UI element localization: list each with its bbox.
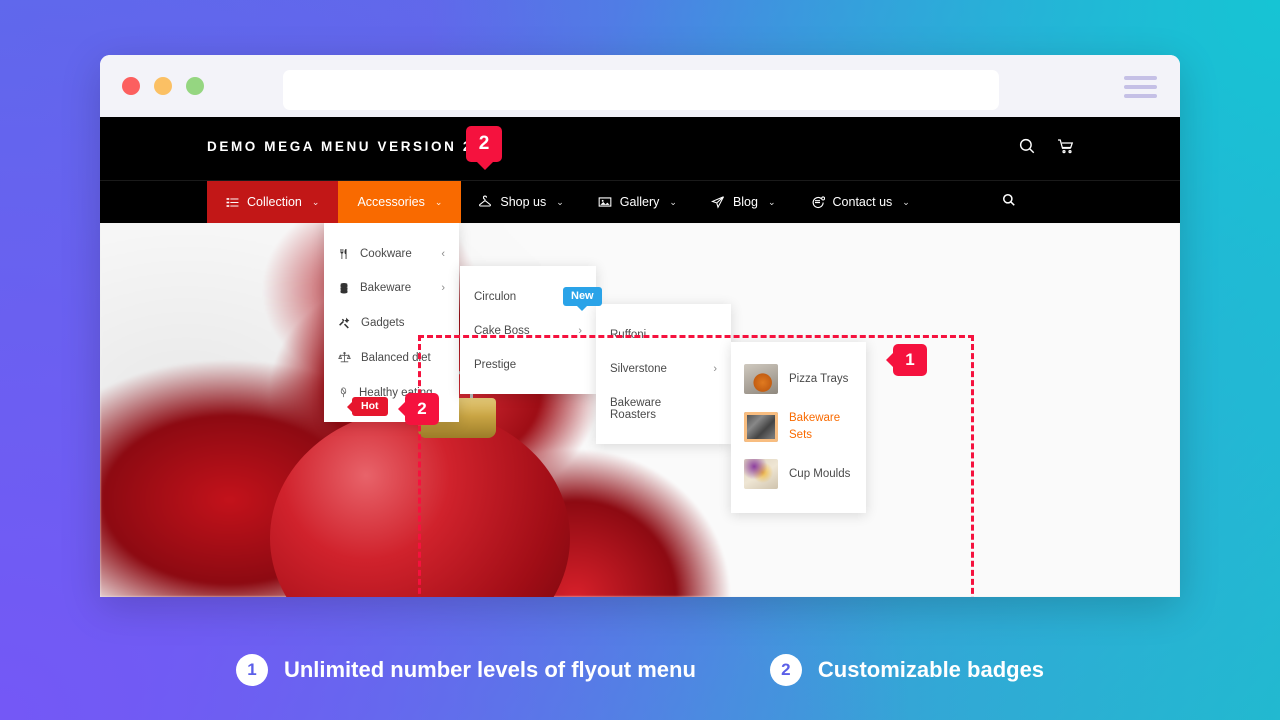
website-content: DEMO MEGA MENU VERSION 2 Collection ⌄ Ac… [100,117,1180,597]
send-icon [710,195,725,209]
nav-label: Collection [247,195,302,209]
menu-item-label: Circulon [474,291,517,303]
chevron-right-icon: › [441,282,445,294]
badge-hot: Hot [347,397,388,416]
badge-new: New [563,287,602,311]
nav-item-shop-us[interactable]: Shop us ⌄ [461,181,580,223]
whisk-icon [338,386,349,399]
chevron-down-icon: ⌄ [669,196,677,207]
chevron-down-icon: ⌄ [434,196,443,207]
nav-label: Accessories [357,195,425,209]
main-navigation: Collection ⌄ Accessories ⌄ Shop us ⌄ Gal… [100,180,1180,223]
flyout-menu-level-3: Ruffoni Silverstone › Bakeware Roasters [596,304,731,444]
menu-item-label: Silverstone [610,363,667,375]
cup-mould-thumb-icon [744,459,778,490]
hamburger-line [1124,76,1157,80]
nav-item-collection[interactable]: Collection ⌄ [207,181,339,223]
menu-item-ruffoni[interactable]: Ruffoni [596,318,731,352]
minimize-window-button[interactable] [154,77,172,95]
menu-item-label: Bakeware Roasters [610,397,662,421]
address-bar[interactable] [283,70,999,110]
caption-number: 1 [235,654,268,686]
fork-knife-icon [338,248,350,260]
annotation-marker-flyout: 1 [886,344,927,376]
flyout-menu-level-1: Cookware ‹ Bakeware › Gadgets Balanced d… [324,223,459,422]
nav-label: Shop us [500,195,547,209]
image-icon [598,195,612,209]
caption-number: 2 [769,654,802,686]
nav-label: Gallery [619,195,660,209]
flyout-menu-level-4: Pizza Trays Bakeware Sets Cup Moulds [731,342,866,514]
caption-text: Customizable badges [817,657,1045,682]
bakeware-set-thumb-icon [744,411,778,442]
hamburger-line [1124,85,1157,89]
search-icon [1002,193,1016,212]
menu-item-cup-moulds[interactable]: Cup Moulds [731,451,866,497]
list-icon [226,196,239,209]
pizza-tray-thumb-icon [744,364,778,394]
browser-window: DEMO MEGA MENU VERSION 2 Collection ⌄ Ac… [100,55,1180,597]
chevron-down-icon: ⌄ [767,196,776,207]
menu-item-label: Balanced diet [361,351,431,364]
hamburger-icon[interactable] [1124,76,1157,98]
caption-item-flyout: 1 Unlimited number levels of flyout menu [235,654,696,686]
menu-item-label: Bakeware [360,282,412,294]
menu-item-gadgets[interactable]: Gadgets [324,305,459,340]
chevron-down-icon: ⌄ [902,196,910,207]
menu-item-label: Prestige [474,359,517,371]
menu-item-label: Cup Moulds [789,468,851,480]
menu-item-label: Cookware [360,248,412,260]
close-window-button[interactable] [122,77,140,95]
menu-item-balanced-diet[interactable]: Balanced diet [324,340,459,375]
menu-item-prestige[interactable]: Prestige [460,348,596,382]
hanger-icon [478,195,492,209]
topbar-icons [1018,137,1075,155]
menu-item-bakeware[interactable]: Bakeware › [324,271,459,305]
tools-icon [338,316,351,329]
layers-icon [338,282,350,294]
window-controls [122,77,204,95]
nav-search-button[interactable] [985,181,1033,223]
menu-item-label: Bakeware Sets [789,412,841,441]
menu-item-label: Gadgets [361,316,405,329]
nav-item-blog[interactable]: Blog ⌄ [694,181,793,223]
chevron-right-icon: › [578,325,582,337]
caption-bar: 1 Unlimited number levels of flyout menu… [0,654,1280,686]
menu-item-silverstone[interactable]: Silverstone › [596,352,731,386]
menu-item-bakeware-sets[interactable]: Bakeware Sets [731,402,866,451]
caption-item-badges: 2 Customizable badges [769,654,1045,686]
menu-item-label: Cake Boss [474,325,530,337]
menu-item-bakeware-roasters[interactable]: Bakeware Roasters [596,386,731,432]
hamburger-line [1124,94,1157,98]
nav-label: Contact us [832,195,893,209]
menu-item-cookware[interactable]: Cookware ‹ [324,237,459,271]
menu-item-pizza-trays[interactable]: Pizza Trays [731,356,866,402]
nav-item-accessories[interactable]: Accessories ⌄ [338,181,462,223]
search-icon[interactable] [1018,137,1036,155]
annotation-marker-badges-top: 2 [466,126,502,170]
browser-chrome [100,55,1180,117]
menu-item-label: Pizza Trays [789,372,849,385]
menu-item-label: Ruffoni [610,329,647,341]
chevron-left-icon: ‹ [441,248,445,260]
nav-label: Blog [732,195,758,209]
flyout-menu-level-2: Circulon Cake Boss › Prestige [460,266,596,394]
hero-flyout-stage: Cookware ‹ Bakeware › Gadgets Balanced d… [100,223,1180,597]
cart-icon[interactable] [1056,137,1075,155]
maximize-window-button[interactable] [186,77,204,95]
nav-item-gallery[interactable]: Gallery ⌄ [581,181,694,223]
nav-item-contact-us[interactable]: Contact us ⌄ [793,181,927,223]
annotation-marker-badges-hot: 2 [398,393,439,425]
site-brand-title: DEMO MEGA MENU VERSION 2 [207,139,473,154]
site-topbar: DEMO MEGA MENU VERSION 2 [100,117,1180,180]
caption-text: Unlimited number levels of flyout menu [283,657,696,682]
chat-icon [810,195,825,210]
chevron-down-icon: ⌄ [311,196,320,207]
scales-icon [338,351,351,364]
menu-item-cake-boss[interactable]: Cake Boss › [460,314,596,348]
chevron-right-icon: › [713,363,717,375]
chevron-down-icon: ⌄ [556,196,564,207]
